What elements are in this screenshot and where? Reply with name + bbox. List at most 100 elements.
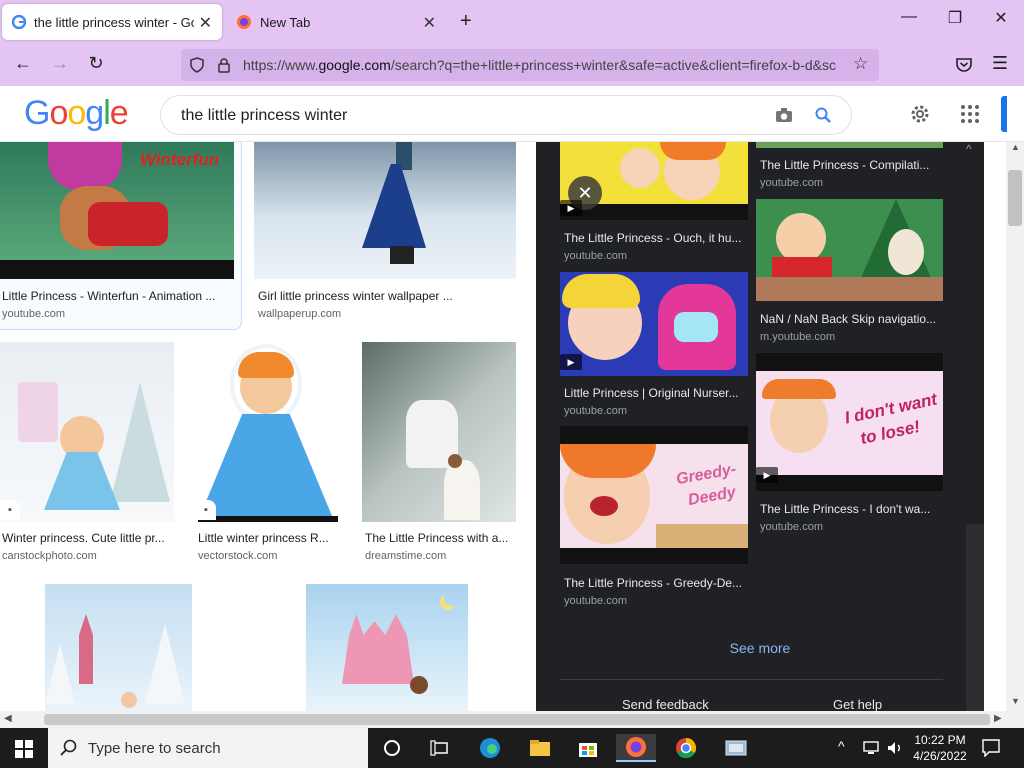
tab-google-search[interactable]: the little princess winter - Goog ✕	[2, 4, 222, 40]
video-thumb-compilation[interactable]	[756, 142, 943, 148]
play-icon: ▶	[756, 467, 778, 483]
scrollbar-thumb[interactable]	[44, 714, 990, 725]
url-text: https://www.google.com/search?q=the+litt…	[243, 57, 836, 73]
video-caption[interactable]: NaN / NaN Back Skip navigatio...	[760, 312, 942, 326]
tab-bar: the little princess winter - Goog ✕ New …	[0, 0, 1024, 44]
result-image-little-winter-princess[interactable]: ▪	[194, 342, 340, 522]
clock-date: 4/26/2022	[913, 749, 967, 763]
video-caption[interactable]: The Little Princess - Compilati...	[760, 158, 940, 172]
windows-start-icon[interactable]	[15, 740, 33, 758]
see-more-link[interactable]: See more	[536, 640, 984, 656]
shield-icon	[190, 57, 204, 73]
video-caption[interactable]: The Little Princess - Greedy-De...	[564, 576, 746, 590]
search-icon[interactable]	[814, 106, 832, 124]
bookmark-star-icon[interactable]: ☆	[853, 54, 868, 74]
edge-icon[interactable]	[470, 734, 510, 762]
winterfun-overlay-text: Winterfun	[140, 150, 220, 169]
system-clock[interactable]: 10:22 PM 4/26/2022	[906, 732, 974, 764]
back-arrow-icon[interactable]: ←	[10, 53, 36, 74]
video-caption[interactable]: The Little Princess - I don't wa...	[760, 502, 940, 516]
video-thumb-nursery[interactable]: ▶	[560, 272, 748, 376]
settings-gear-icon[interactable]	[909, 103, 931, 125]
app-window-icon[interactable]	[716, 734, 756, 762]
tab-new-tab[interactable]: New Tab ✕	[226, 4, 446, 40]
related-videos-panel: ^ ✕ ▶ The Little Princess - Ouch, it hu.…	[536, 142, 984, 711]
lock-icon	[218, 58, 230, 73]
video-source: youtube.com	[564, 405, 627, 417]
play-icon: ▶	[560, 200, 582, 216]
result-source: canstockphoto.com	[2, 550, 97, 562]
vertical-scrollbar[interactable]: ▲ ▼	[1006, 142, 1024, 711]
volume-icon[interactable]	[886, 740, 904, 756]
result-image-castle-1[interactable]	[45, 584, 192, 711]
video-thumb-dont-want-to-lose[interactable]: I don't want to lose! ▶	[756, 353, 943, 491]
pocket-icon[interactable]	[955, 56, 973, 74]
result-caption[interactable]: Little Princess - Winterfun - Animation …	[2, 289, 228, 303]
scrollbar-thumb[interactable]	[1008, 170, 1022, 226]
video-source: youtube.com	[564, 250, 627, 262]
scroll-down-icon[interactable]: ▼	[1011, 696, 1020, 706]
close-tab-icon[interactable]: ✕	[199, 13, 212, 33]
close-tab-icon[interactable]: ✕	[423, 13, 436, 33]
play-icon: ▶	[560, 354, 582, 370]
horizontal-scrollbar[interactable]: ◀ ▶	[0, 711, 1024, 728]
network-icon[interactable]	[862, 740, 880, 756]
scroll-left-icon[interactable]: ◀	[4, 713, 12, 724]
google-logo[interactable]: Google	[24, 94, 129, 133]
file-explorer-icon[interactable]	[520, 734, 560, 762]
sign-in-button-edge[interactable]	[1001, 96, 1007, 132]
video-caption[interactable]: Little Princess | Original Nurser...	[564, 386, 746, 400]
result-caption[interactable]: Winter princess. Cute little pr...	[2, 531, 170, 545]
video-thumb-greedy-deedy[interactable]: Greedy- Deedy	[560, 426, 748, 564]
result-source: dreamstime.com	[365, 550, 447, 562]
result-image-winter-wallpaper[interactable]	[254, 142, 516, 279]
scroll-right-icon[interactable]: ▶	[994, 713, 1002, 724]
navigation-toolbar: ← → ↻ https://www.google.com/search?q=th…	[0, 44, 1024, 86]
divider	[560, 679, 943, 680]
taskbar-search-box[interactable]: Type here to search	[48, 728, 368, 768]
result-image-castle-2[interactable]	[306, 584, 468, 711]
new-tab-plus-icon[interactable]: +	[460, 10, 472, 33]
magnifier-icon	[60, 739, 77, 756]
tab-title: New Tab	[260, 14, 311, 30]
task-view-icon[interactable]	[420, 734, 460, 762]
chevron-up-icon[interactable]: ^	[966, 142, 972, 156]
cortana-icon[interactable]	[372, 734, 412, 762]
firefox-taskbar-icon[interactable]	[616, 734, 656, 762]
minimize-icon[interactable]: —	[886, 8, 932, 26]
windows-taskbar: Type here to search ^ 10:22 PM 4/26/2022	[0, 728, 1024, 768]
result-image-princess-with-horse[interactable]	[362, 342, 516, 522]
send-feedback-link[interactable]: Send feedback	[622, 697, 709, 711]
maximize-icon[interactable]: ❐	[932, 8, 978, 28]
video-source: youtube.com	[564, 595, 627, 607]
video-thumb-ouch[interactable]: ✕ ▶	[560, 142, 748, 220]
reload-icon[interactable]: ↻	[83, 53, 109, 74]
window-close-icon[interactable]: ✕	[978, 8, 1024, 28]
show-hidden-icons-chevron-icon[interactable]: ^	[838, 738, 845, 754]
video-caption[interactable]: The Little Princess - Ouch, it hu...	[564, 231, 746, 245]
search-query-text: the little princess winter	[181, 107, 348, 124]
video-thumb-christmas[interactable]	[756, 199, 943, 301]
menu-hamburger-icon[interactable]: ☰	[987, 53, 1013, 74]
result-caption[interactable]: Girl little princess winter wallpaper ..…	[258, 289, 508, 303]
result-caption[interactable]: Little winter princess R...	[198, 531, 338, 545]
google-favicon-icon	[12, 15, 26, 29]
get-help-link[interactable]: Get help	[833, 697, 882, 711]
result-source: wallpaperup.com	[258, 308, 342, 320]
search-input[interactable]: the little princess winter	[160, 95, 852, 135]
scroll-up-icon[interactable]: ▲	[1011, 142, 1020, 152]
camera-icon[interactable]	[775, 107, 793, 123]
image-badge-icon: ▪	[196, 500, 216, 520]
address-bar[interactable]: https://www.google.com/search?q=the+litt…	[181, 49, 879, 81]
chrome-icon[interactable]	[666, 734, 706, 762]
video-source: m.youtube.com	[760, 331, 836, 343]
taskbar-search-placeholder: Type here to search	[88, 740, 221, 757]
panel-scrollbar[interactable]	[966, 524, 984, 711]
result-caption[interactable]: The Little Princess with a...	[365, 531, 513, 545]
forward-arrow-icon[interactable]: →	[47, 53, 73, 74]
store-icon[interactable]	[568, 734, 608, 762]
apps-grid-icon[interactable]	[960, 104, 980, 124]
result-image-winterfun[interactable]: Winterfun	[0, 142, 234, 279]
result-image-winter-princess[interactable]: ▪	[0, 342, 174, 522]
notifications-icon[interactable]	[982, 739, 1000, 757]
